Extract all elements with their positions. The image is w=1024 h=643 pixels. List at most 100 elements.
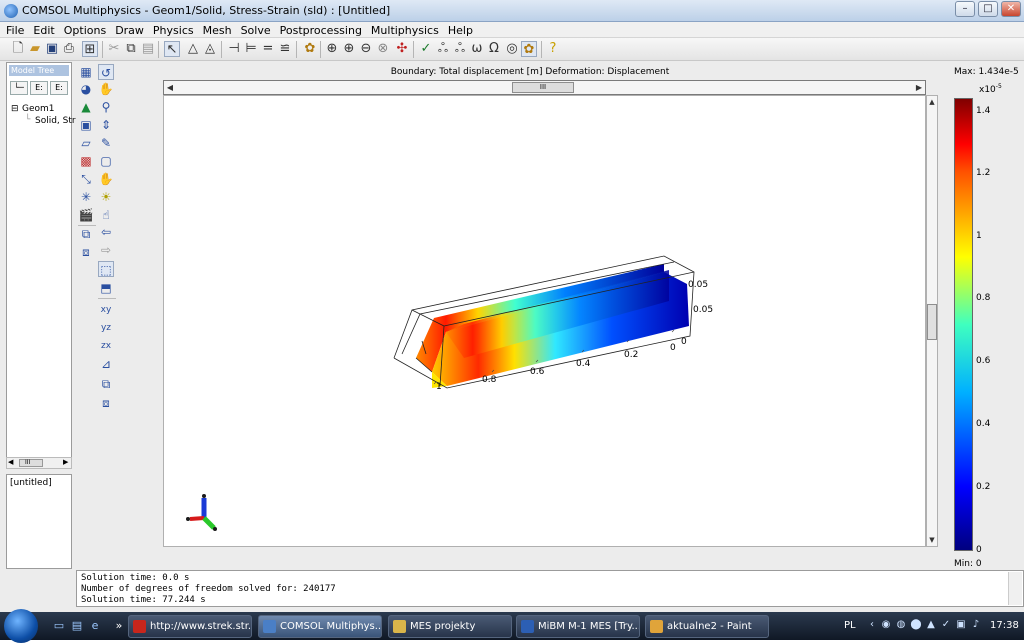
menu-draw[interactable]: Draw xyxy=(109,22,147,37)
plot-vscroll-thumb[interactable] xyxy=(927,304,937,340)
light-probe-icon[interactable]: ✋ xyxy=(98,171,114,187)
suppress-icon[interactable]: ⧉ xyxy=(78,226,94,242)
scroll-left-icon[interactable]: ◀ xyxy=(8,458,13,466)
task-word[interactable]: MiBM M-1 MES [Try... xyxy=(516,615,640,638)
switch-windows-icon[interactable]: ▤ xyxy=(70,619,84,633)
tree-view-button-2[interactable]: E: xyxy=(30,81,48,95)
menu-multiphysics[interactable]: Multiphysics xyxy=(365,22,442,37)
console-scrollbar[interactable] xyxy=(1008,572,1022,605)
increase-transparency-icon[interactable]: ⧉ xyxy=(98,376,114,392)
log-console[interactable]: Solution time: 0.0 s Number of degrees of… xyxy=(76,570,1024,607)
help-icon[interactable]: ? xyxy=(545,41,561,57)
zoom-extents-icon[interactable]: ⊗ xyxy=(375,41,391,57)
tray-shield-icon[interactable]: ▲ xyxy=(925,619,937,631)
language-indicator[interactable]: PL xyxy=(844,620,856,631)
orbit-icon[interactable]: ✣ xyxy=(394,41,410,57)
print-icon[interactable]: ⎙ xyxy=(61,41,77,57)
select-visible-icon[interactable]: ▢ xyxy=(98,153,114,169)
solve-icon[interactable]: ✿ xyxy=(302,41,318,57)
scroll-thumb[interactable]: III xyxy=(19,459,43,467)
solve-problem-icon[interactable]: Ω xyxy=(486,41,502,57)
task-paint[interactable]: aktualne2 - Paint xyxy=(645,615,769,638)
scroll-up-arrow-icon[interactable]: ▲ xyxy=(927,96,937,108)
menu-physics[interactable]: Physics xyxy=(147,22,197,37)
edge-settings-icon[interactable]: ⊨ xyxy=(243,41,259,57)
mesh-refine-icon[interactable]: ஃ xyxy=(435,41,451,57)
tray-monitor-icon[interactable]: ▣ xyxy=(955,619,967,631)
plot-canvas[interactable]: 1 0.8 0.6 0.4 0.2 0 0.05 0.05 0 xyxy=(163,95,926,547)
work-plane-icon[interactable]: ▱ xyxy=(78,135,94,151)
plot-hscroll[interactable]: ◀ III ▶ xyxy=(163,80,926,95)
default-3d-view-icon[interactable]: ⊿ xyxy=(98,356,114,372)
subdomain-settings-icon[interactable]: = xyxy=(260,41,276,57)
menu-options[interactable]: Options xyxy=(58,22,109,37)
tree-view-button-3[interactable]: E: xyxy=(50,81,68,95)
mesh-refine-selection-icon[interactable]: ஃ xyxy=(452,41,468,57)
copy-icon[interactable]: ⧉ xyxy=(123,41,139,57)
clock[interactable]: 17:38 xyxy=(990,620,1019,631)
tree-node-geom1[interactable]: Geom1 xyxy=(22,104,55,114)
transform-icon[interactable]: ⤡ xyxy=(78,171,94,187)
tray-update-icon[interactable]: ✓ xyxy=(940,619,952,631)
zoom-in-icon[interactable]: ⊕ xyxy=(341,41,357,57)
tray-app-icon[interactable]: ◍ xyxy=(895,619,907,631)
go-back-icon[interactable]: ⇦ xyxy=(98,224,114,240)
revolve-icon[interactable]: ◕ xyxy=(78,81,94,97)
head-light-icon[interactable]: ☝ xyxy=(98,207,114,223)
scroll-left-arrow-icon[interactable]: ◀ xyxy=(164,81,176,94)
plot-vscroll[interactable]: ▲ ▼ xyxy=(926,95,938,547)
internet-explorer-icon[interactable]: e xyxy=(88,619,102,633)
menu-help[interactable]: Help xyxy=(442,22,476,37)
mesh-init-icon[interactable]: ✓ xyxy=(418,41,434,57)
quicklaunch-more-icon[interactable]: » xyxy=(112,619,126,633)
paste-icon[interactable]: ▤ xyxy=(140,41,156,57)
go-forward-icon[interactable]: ⇨ xyxy=(98,242,114,258)
animation-icon[interactable]: 🎬 xyxy=(78,207,94,223)
mesh-adapt-icon[interactable]: ω xyxy=(469,41,485,57)
minimize-button[interactable]: – xyxy=(955,1,975,17)
move-icon[interactable]: ⇕ xyxy=(98,117,114,133)
scroll-right-icon[interactable]: ▶ xyxy=(63,458,68,466)
task-mes-projekty[interactable]: MES projekty xyxy=(388,615,512,638)
scene-light-icon[interactable]: ✎ xyxy=(98,135,114,151)
new-file-icon[interactable]: 🗋 xyxy=(10,41,26,57)
model-tree-toggle-icon[interactable]: ⊞ xyxy=(82,41,98,57)
task-comsol[interactable]: COMSOL Multiphys... xyxy=(258,615,382,638)
array-icon[interactable]: ▩ xyxy=(78,153,94,169)
select-arrow-icon[interactable]: ↖ xyxy=(164,41,180,57)
star-icon[interactable]: ✳ xyxy=(78,189,94,205)
model-tree-hscroll[interactable]: ◀ III ▶ xyxy=(6,457,72,469)
maximize-button[interactable]: □ xyxy=(978,1,998,17)
lighting-icon[interactable]: ☀ xyxy=(98,189,114,205)
render-icon[interactable]: ⬒ xyxy=(98,280,114,296)
dynamic-rotate-icon[interactable]: ✋ xyxy=(98,81,114,97)
boundary-settings-icon[interactable]: ⊣ xyxy=(226,41,242,57)
tray-expand-icon[interactable]: ‹ xyxy=(866,619,878,631)
cone-icon[interactable]: ▲ xyxy=(78,99,94,115)
tree-node-solid[interactable]: Solid, Str xyxy=(35,116,76,126)
block-icon[interactable]: ▣ xyxy=(78,117,94,133)
scroll-down-arrow-icon[interactable]: ▼ xyxy=(927,534,937,546)
restart-icon[interactable]: ◎ xyxy=(504,41,520,57)
menu-mesh[interactable]: Mesh xyxy=(197,22,235,37)
scroll-right-arrow-icon[interactable]: ▶ xyxy=(913,81,925,94)
volume-icon[interactable]: ♪ xyxy=(970,619,982,631)
suppress-all-icon[interactable]: ⧈ xyxy=(78,244,94,260)
cut-icon[interactable]: ✂ xyxy=(106,41,122,57)
menu-solve[interactable]: Solve xyxy=(235,22,274,37)
tray-safety-icon[interactable]: ⬤ xyxy=(910,619,922,631)
tray-network-icon[interactable]: ◉ xyxy=(880,619,892,631)
wireframe-icon[interactable]: ⬚ xyxy=(98,261,114,277)
point-settings-icon[interactable]: ≌ xyxy=(277,41,293,57)
plot-parameters-icon[interactable]: ✿ xyxy=(521,41,537,57)
view-zx-icon[interactable]: zx xyxy=(98,338,114,354)
zoom-out-icon[interactable]: ⊖ xyxy=(358,41,374,57)
tree-expander-icon[interactable]: ⊟ xyxy=(11,104,19,114)
decrease-transparency-icon[interactable]: ⧈ xyxy=(98,395,114,411)
mesh-mode-icon[interactable]: ◬ xyxy=(202,41,218,57)
geometry-icon[interactable]: ▦ xyxy=(78,64,94,80)
tree-view-button-1[interactable]: └─ xyxy=(10,81,28,95)
rotate-icon[interactable]: ↺ xyxy=(98,64,114,80)
save-icon[interactable]: ▣ xyxy=(44,41,60,57)
view-xy-icon[interactable]: xy xyxy=(98,302,114,318)
